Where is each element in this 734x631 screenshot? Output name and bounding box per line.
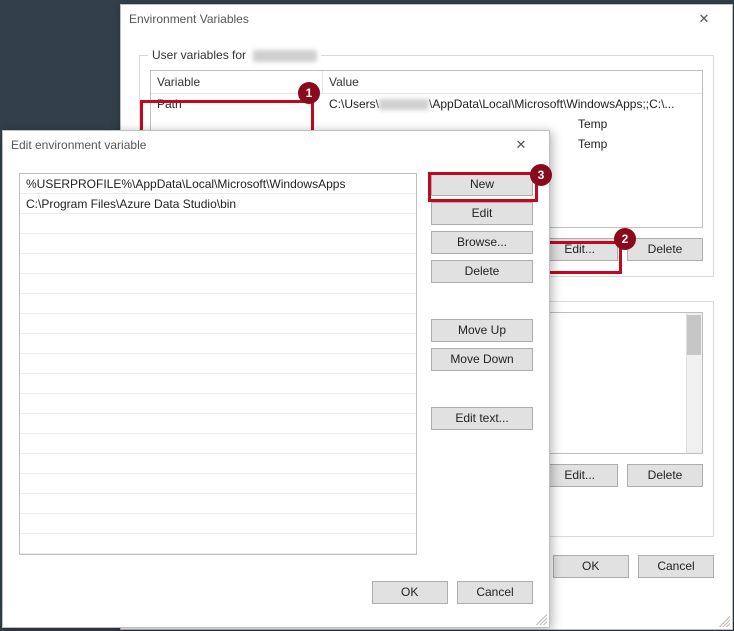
list-item[interactable] — [20, 514, 416, 534]
username-redacted — [253, 50, 317, 62]
movedown-button[interactable]: Move Down — [431, 348, 533, 371]
col-value: Value — [323, 71, 702, 93]
col-variable: Variable — [151, 71, 323, 93]
table-header: Variable Value — [151, 71, 702, 94]
list-item[interactable] — [20, 314, 416, 334]
list-item[interactable] — [20, 474, 416, 494]
edit-title: Edit environment variable — [11, 138, 501, 152]
list-item[interactable] — [20, 534, 416, 554]
edit-titlebar: Edit environment variable ✕ — [3, 131, 549, 159]
list-item[interactable]: %USERPROFILE%\AppData\Local\Microsoft\Wi… — [20, 174, 416, 194]
scrollbar[interactable] — [686, 313, 702, 453]
edit-ok-button[interactable]: OK — [372, 581, 448, 604]
sys-delete-button[interactable]: Delete — [627, 464, 703, 487]
edit-environment-variable-window: Edit environment variable ✕ %USERPROFILE… — [2, 130, 550, 628]
list-item[interactable] — [20, 334, 416, 354]
list-item[interactable] — [20, 494, 416, 514]
list-item[interactable] — [20, 274, 416, 294]
list-item[interactable] — [20, 234, 416, 254]
edit-dialog-buttons: OK Cancel — [3, 581, 549, 618]
list-item[interactable] — [20, 414, 416, 434]
cancel-button[interactable]: Cancel — [638, 555, 714, 578]
list-item[interactable] — [20, 394, 416, 414]
new-button[interactable]: New — [431, 173, 533, 196]
delete-button[interactable]: Delete — [627, 238, 703, 261]
list-item[interactable] — [20, 214, 416, 234]
edit-entry-button[interactable]: Edit — [431, 202, 533, 225]
list-item[interactable] — [20, 354, 416, 374]
ok-button[interactable]: OK — [553, 555, 629, 578]
resize-grip-icon[interactable] — [716, 613, 730, 627]
edit-button[interactable]: Edit... — [542, 238, 618, 261]
list-item[interactable]: C:\Program Files\Azure Data Studio\bin — [20, 194, 416, 214]
resize-grip-icon[interactable] — [533, 611, 547, 625]
browse-button[interactable]: Browse... — [431, 231, 533, 254]
close-icon[interactable]: ✕ — [684, 11, 724, 27]
edit-cancel-button[interactable]: Cancel — [457, 581, 533, 604]
table-row[interactable]: Path C:\Users\\AppData\Local\Microsoft\W… — [151, 94, 702, 114]
list-item[interactable] — [20, 254, 416, 274]
moveup-button[interactable]: Move Up — [431, 319, 533, 342]
edit-side-buttons: New Edit Browse... Delete Move Up Move D… — [431, 173, 533, 555]
env-titlebar: Environment Variables ✕ — [121, 5, 732, 33]
env-title: Environment Variables — [129, 12, 684, 26]
close-icon[interactable]: ✕ — [501, 137, 541, 153]
edittext-button[interactable]: Edit text... — [431, 407, 533, 430]
delete-entry-button[interactable]: Delete — [431, 260, 533, 283]
list-item[interactable] — [20, 294, 416, 314]
list-item[interactable] — [20, 434, 416, 454]
list-item[interactable] — [20, 454, 416, 474]
list-item[interactable] — [20, 374, 416, 394]
path-entries-list[interactable]: %USERPROFILE%\AppData\Local\Microsoft\Wi… — [19, 173, 417, 555]
sys-edit-button[interactable]: Edit... — [542, 464, 618, 487]
user-variables-legend: User variables for — [148, 48, 321, 62]
